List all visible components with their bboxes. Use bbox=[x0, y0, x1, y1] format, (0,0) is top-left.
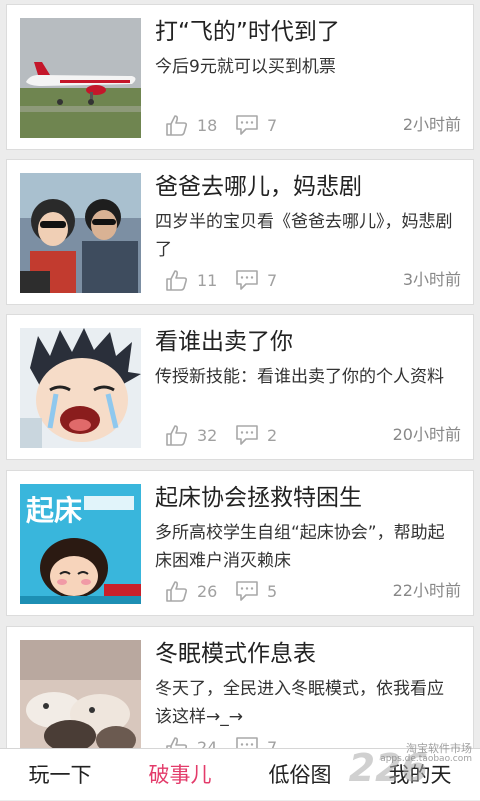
like-count: 26 bbox=[197, 581, 218, 601]
like-button[interactable]: 32 bbox=[165, 423, 217, 447]
airplane-photo-icon bbox=[20, 18, 141, 138]
news-title[interactable]: 冬眠模式作息表 bbox=[155, 639, 463, 669]
tab-gossip[interactable]: 破事儿 bbox=[120, 749, 240, 800]
comment-icon bbox=[236, 425, 258, 445]
watermark-url: apps.de.taobao.com bbox=[380, 754, 472, 764]
news-description: 今后9元就可以买到机票 bbox=[155, 57, 336, 77]
news-title[interactable]: 看谁出卖了你 bbox=[155, 327, 463, 357]
family-photo-icon bbox=[20, 173, 141, 293]
comment-button[interactable]: 7 bbox=[235, 268, 277, 292]
news-card[interactable]: 起床 起床协会拯救特困生 多所高校学生自组“起床协会”，帮助起床困难户消灭赖床 … bbox=[6, 470, 474, 616]
post-time: 3小时前 bbox=[402, 270, 461, 289]
news-feed[interactable]: 打“飞的”时代到了 今后9元就可以买到机票 18 7 2小时前 爸爸去哪儿，妈悲… bbox=[0, 0, 480, 748]
comment-count: 2 bbox=[267, 425, 278, 445]
comment-icon bbox=[236, 737, 258, 748]
news-meta: 26 5 22小时前 bbox=[155, 579, 461, 603]
sleepy-cartoon-photo-icon: 起床 bbox=[20, 484, 141, 604]
comment-button[interactable]: 5 bbox=[235, 579, 277, 603]
comment-button[interactable]: 7 bbox=[235, 735, 277, 748]
news-meta: 18 7 2小时前 bbox=[155, 113, 461, 137]
like-button[interactable]: 26 bbox=[165, 579, 217, 603]
like-count: 18 bbox=[197, 115, 218, 135]
comment-button[interactable]: 7 bbox=[235, 113, 277, 137]
post-time: 20小时前 bbox=[392, 425, 461, 444]
like-count: 11 bbox=[197, 270, 218, 290]
comment-count: 7 bbox=[267, 270, 278, 290]
thumbs-up-icon bbox=[166, 115, 188, 136]
comment-button[interactable]: 2 bbox=[235, 423, 277, 447]
thumbs-up-icon bbox=[166, 425, 188, 446]
sleeping-puppies-photo-icon bbox=[20, 640, 141, 748]
news-title[interactable]: 打“飞的”时代到了 bbox=[155, 17, 463, 47]
post-time: 2小时前 bbox=[402, 115, 461, 134]
news-description: 传授新技能：看谁出卖了你的个人资料 bbox=[155, 367, 444, 387]
news-meta: 11 7 3小时前 bbox=[155, 268, 461, 292]
news-card[interactable]: 打“飞的”时代到了 今后9元就可以买到机票 18 7 2小时前 bbox=[6, 4, 474, 150]
comment-count: 7 bbox=[267, 737, 278, 749]
like-count: 24 bbox=[197, 737, 218, 749]
news-thumbnail[interactable] bbox=[20, 328, 141, 448]
thumbs-up-icon bbox=[166, 581, 188, 602]
news-title[interactable]: 起床协会拯救特困生 bbox=[155, 483, 463, 513]
watermark: 226 淘宝软件市场 apps.de.taobao.com bbox=[330, 738, 480, 798]
thumbs-up-icon bbox=[166, 270, 188, 291]
news-thumbnail[interactable] bbox=[20, 18, 141, 138]
comment-icon bbox=[236, 115, 258, 135]
comment-count: 7 bbox=[267, 115, 278, 135]
comment-icon bbox=[236, 581, 258, 601]
comment-icon bbox=[236, 270, 258, 290]
crying-anime-photo-icon bbox=[20, 328, 141, 448]
news-description: 冬天了，全民进入冬眠模式，依我看应该这样→_→ bbox=[155, 679, 444, 727]
like-button[interactable]: 18 bbox=[165, 113, 217, 137]
like-button[interactable]: 11 bbox=[165, 268, 217, 292]
news-card[interactable]: 冬眠模式作息表 冬天了，全民进入冬眠模式，依我看应该这样→_→ 24 7 bbox=[6, 626, 474, 748]
news-thumbnail[interactable]: 起床 bbox=[20, 484, 141, 604]
like-button[interactable]: 24 bbox=[165, 735, 217, 748]
comment-count: 5 bbox=[267, 581, 278, 601]
news-description: 多所高校学生自组“起床协会”，帮助起床困难户消灭赖床 bbox=[155, 523, 445, 571]
news-card[interactable]: 看谁出卖了你 传授新技能：看谁出卖了你的个人资料 32 2 20小时前 bbox=[6, 314, 474, 460]
tab-play[interactable]: 玩一下 bbox=[0, 749, 120, 800]
news-thumbnail[interactable] bbox=[20, 173, 141, 293]
news-card[interactable]: 爸爸去哪儿，妈悲剧 四岁半的宝贝看《爸爸去哪儿》，妈悲剧了 11 7 3小时前 bbox=[6, 159, 474, 305]
news-title[interactable]: 爸爸去哪儿，妈悲剧 bbox=[155, 172, 463, 202]
post-time: 22小时前 bbox=[392, 581, 461, 600]
news-thumbnail[interactable] bbox=[20, 640, 141, 748]
thumbnail-text: 起床 bbox=[26, 494, 82, 527]
news-description: 四岁半的宝贝看《爸爸去哪儿》，妈悲剧了 bbox=[155, 212, 453, 260]
news-meta: 32 2 20小时前 bbox=[155, 423, 461, 447]
like-count: 32 bbox=[197, 425, 218, 445]
thumbs-up-icon bbox=[166, 737, 188, 748]
